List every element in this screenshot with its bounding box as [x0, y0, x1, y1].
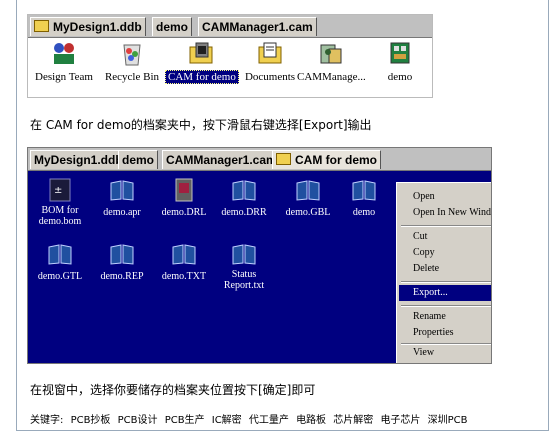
keyword-link[interactable]: PCB生产 [165, 415, 205, 426]
tab-mydesign[interactable]: MyDesign1.ddb [30, 150, 127, 169]
folder-icon [276, 153, 291, 165]
tab-label: CAMManager1.cam [166, 153, 277, 167]
item-label: Documents [244, 71, 296, 83]
design-team-icon [54, 43, 74, 64]
file-apr[interactable]: demo.apr [94, 178, 150, 220]
keywords-line: 关键字: PCB抄板 PCB设计 PCB生产 IC解密 代工量产 电路板 芯片解… [30, 411, 472, 426]
recycle-bin-item[interactable]: Recycle Bin [96, 39, 168, 85]
tab-label: MyDesign1.ddb [34, 153, 123, 167]
tab-cammanager[interactable]: CAMManager1.cam [198, 17, 317, 36]
book-file-icon [232, 180, 256, 201]
menu-delete[interactable]: Delete [399, 261, 491, 277]
tab-cam-for-demo[interactable]: CAM for demo [272, 150, 381, 169]
file-gtl[interactable]: demo.GTL [32, 242, 88, 284]
document-tabs: MyDesign1.ddb demo CAMManager1.cam CAM f… [28, 148, 491, 171]
menu-separator [401, 305, 491, 307]
file-label: Status Report.txt [223, 269, 265, 291]
keywords-label: 关键字: [30, 415, 64, 426]
tab-label: demo [156, 20, 189, 34]
menu-cut[interactable]: Cut [399, 229, 491, 245]
menu-properties[interactable]: Properties [399, 325, 491, 341]
file-demo-partial[interactable]: demo [336, 178, 392, 220]
menu-view[interactable]: View [399, 345, 491, 361]
demo-pcb-item[interactable]: demo [364, 39, 436, 85]
document-tabs: MyDesign1.ddb demo CAMManager1.cam [28, 15, 432, 38]
book-file-icon [48, 244, 72, 265]
file-label: demo.DRR [221, 207, 267, 218]
folder-icon [34, 20, 49, 32]
demo-pcb-icon [390, 42, 410, 64]
menu-view-label: View [413, 347, 435, 358]
instruction-caption: 在 CAM for demo的档案夹中，按下滑鼠右键选择[Export]输出 [30, 118, 372, 132]
recycle-bin-icon [123, 44, 141, 66]
item-label: Design Team [35, 71, 93, 83]
context-menu: Open Open In New Window Cut Copy Delete … [396, 182, 491, 363]
tab-demo[interactable]: demo [118, 150, 159, 169]
explorer-icons: Design Team Recycle Bin CAM for demo Doc… [28, 39, 432, 97]
keyword-link[interactable]: PCB抄板 [71, 415, 111, 426]
book-file-icon [172, 244, 196, 265]
tab-label: MyDesign1.ddb [53, 20, 142, 34]
tab-label: demo [122, 153, 155, 167]
tab-label: CAM for demo [295, 153, 377, 167]
file-label: demo.DRL [161, 207, 207, 218]
keyword-link[interactable]: 芯片解密 [333, 415, 373, 426]
keyword-link[interactable]: 深圳PCB [428, 415, 468, 426]
menu-separator [401, 225, 491, 227]
file-drl[interactable]: demo.DRL [156, 178, 212, 220]
svg-text:±: ± [54, 185, 62, 196]
design-team-item[interactable]: Design Team [28, 39, 100, 85]
file-label: demo.GTL [37, 271, 83, 282]
file-status-report[interactable]: Status Report.txt [216, 242, 272, 293]
cam-manager-icon [320, 44, 342, 64]
file-label: demo.apr [103, 207, 141, 218]
file-txt[interactable]: demo.TXT [156, 242, 212, 284]
book-file-icon [110, 244, 134, 265]
item-label: Recycle Bin [104, 71, 160, 83]
file-label: demo.TXT [161, 271, 207, 282]
cam-folder-icon [189, 42, 213, 64]
item-label: demo [387, 71, 413, 83]
keyword-link[interactable]: 电子芯片 [380, 415, 420, 426]
tab-mydesign[interactable]: MyDesign1.ddb [30, 17, 146, 36]
bom-file-icon: ± [49, 178, 71, 202]
tab-demo[interactable]: demo [152, 17, 193, 36]
item-label: CAM for demo [165, 70, 239, 84]
documents-folder-icon [258, 42, 282, 64]
file-label: demo.GBL [285, 207, 331, 218]
menu-rename[interactable]: Rename [399, 309, 491, 325]
menu-copy[interactable]: Copy [399, 245, 491, 261]
menu-separator [401, 281, 491, 283]
drill-file-icon [175, 178, 193, 202]
menu-export[interactable]: Export... [399, 285, 491, 301]
tab-label: CAMManager1.cam [202, 20, 313, 34]
keyword-link[interactable]: PCB设计 [118, 415, 158, 426]
menu-open[interactable]: Open [399, 189, 491, 205]
book-file-icon [232, 244, 256, 265]
cam-for-demo-item[interactable]: CAM for demo [165, 39, 239, 85]
book-file-icon [296, 180, 320, 201]
file-bom[interactable]: ± BOM for demo.bom [32, 178, 88, 229]
save-caption: 在视窗中，选择你要储存的档案夹位置按下[确定]即可 [30, 383, 316, 397]
menu-open-new-window[interactable]: Open In New Window [399, 205, 491, 221]
book-file-icon [352, 180, 376, 201]
file-label: BOM for demo.bom [38, 205, 82, 227]
file-gbl[interactable]: demo.GBL [280, 178, 336, 220]
keyword-link[interactable]: IC解密 [212, 415, 242, 426]
file-label: demo.REP [100, 271, 144, 282]
cam-folder-screenshot: MyDesign1.ddb demo CAMManager1.cam CAM f… [27, 147, 492, 364]
book-file-icon [110, 180, 134, 201]
cam-manager-item[interactable]: CAMManage... [295, 39, 367, 85]
file-rep[interactable]: demo.REP [94, 242, 150, 284]
item-label: CAMManage... [297, 71, 366, 83]
keyword-link[interactable]: 电路板 [296, 415, 326, 426]
keyword-link[interactable]: 代工量产 [249, 415, 289, 426]
file-label: demo [352, 207, 376, 218]
design-explorer-screenshot: MyDesign1.ddb demo CAMManager1.cam Desig… [27, 14, 433, 98]
file-drr[interactable]: demo.DRR [216, 178, 272, 220]
tab-cammanager[interactable]: CAMManager1.cam [162, 150, 281, 169]
